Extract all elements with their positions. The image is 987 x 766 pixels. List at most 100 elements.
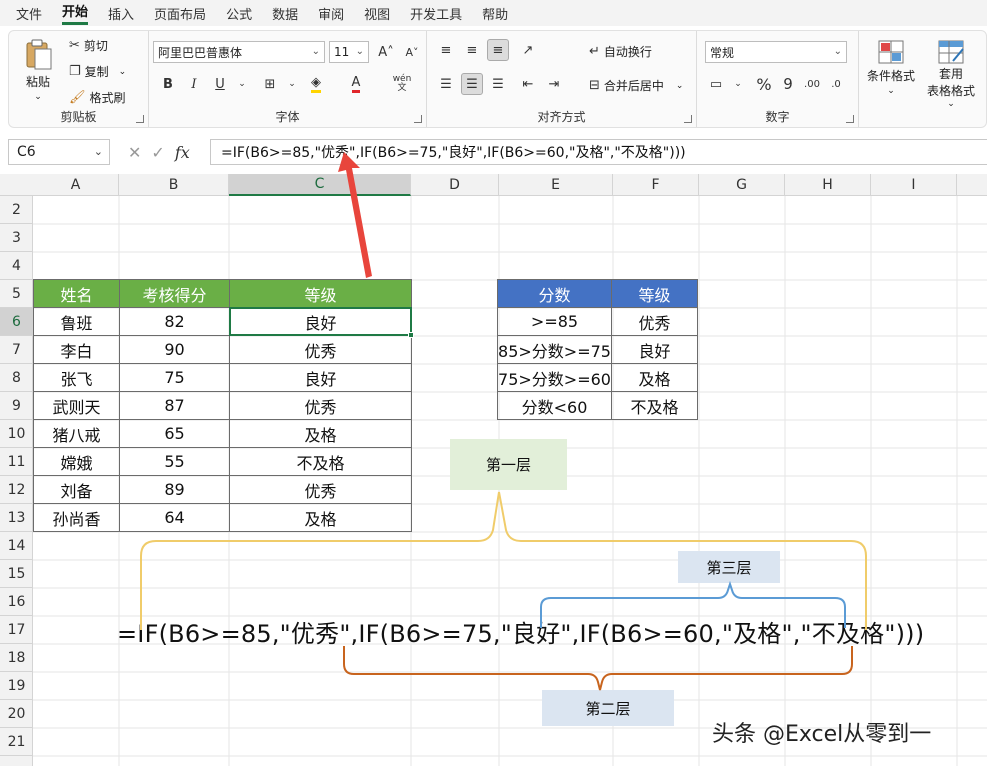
font-name-select[interactable]: 阿里巴巴普惠体 ⌄ [153,41,325,63]
decrease-decimal-button[interactable]: .0 [825,73,847,95]
table-cell[interactable]: 刘备 [33,475,120,504]
bold-button[interactable]: B [157,73,179,95]
wrap-text-button[interactable]: ↵ 自动换行 [589,43,652,60]
menu-item-8[interactable]: 开发工具 [410,4,462,23]
table-cell[interactable]: 75 [119,363,230,392]
comma-style-button[interactable]: 9 [777,73,799,95]
row-header-7[interactable]: 7 [0,336,33,364]
table-cell[interactable]: 89 [119,475,230,504]
align-center-button[interactable]: ☰ [461,73,483,95]
table-cell[interactable]: 不及格 [611,391,698,420]
fill-color-button[interactable]: ◈ [305,73,327,95]
accounting-format-button[interactable]: ▭ [705,73,727,95]
phonetic-button[interactable]: wén 文 [389,71,415,97]
row-header-9[interactable]: 9 [0,392,33,420]
row-header-3[interactable]: 3 [0,224,33,252]
table-cell[interactable]: 及格 [229,503,412,532]
paste-button[interactable]: 粘贴 ⌄ [23,37,53,102]
copy-button[interactable]: ❐ 复制 ⌄ [69,63,126,80]
table-cell[interactable]: 李白 [33,335,120,364]
table-cell[interactable]: 孙尚香 [33,503,120,532]
menu-item-9[interactable]: 帮助 [482,4,508,23]
conditional-format-button[interactable]: 条件格式 ⌄ [867,39,915,96]
table-cell[interactable]: 75>分数>=60 [497,363,612,392]
table-cell[interactable]: 55 [119,447,230,476]
table-cell[interactable]: 64 [119,503,230,532]
menu-item-0[interactable]: 文件 [16,4,42,23]
row-header-19[interactable]: 19 [0,672,33,700]
column-header-h[interactable]: H [785,174,871,196]
row-header-15[interactable]: 15 [0,560,33,588]
column-header-f[interactable]: F [613,174,699,196]
table-cell[interactable]: 不及格 [229,447,412,476]
column-header-a[interactable]: A [33,174,119,196]
table-header-cell[interactable]: 等级 [229,279,412,308]
increase-indent-button[interactable]: ⇥ [543,73,565,95]
row-header-16[interactable]: 16 [0,588,33,616]
menu-item-4[interactable]: 公式 [226,4,252,23]
menu-item-7[interactable]: 视图 [364,4,390,23]
table-header-cell[interactable]: 等级 [611,279,698,308]
column-header-g[interactable]: G [699,174,785,196]
table-cell[interactable]: 优秀 [229,475,412,504]
border-button[interactable]: ⊞ [259,73,281,95]
align-top-button[interactable]: ≡ [435,39,457,61]
italic-button[interactable]: I [183,73,205,95]
font-size-select[interactable]: 11 ⌄ [329,41,369,63]
row-header-18[interactable]: 18 [0,644,33,672]
menu-item-5[interactable]: 数据 [272,4,298,23]
table-cell[interactable]: 优秀 [229,391,412,420]
cut-button[interactable]: ✂ 剪切 [69,37,108,54]
row-header-11[interactable]: 11 [0,448,33,476]
alignment-launcher-icon[interactable] [684,115,692,123]
table-cell[interactable]: >=85 [497,307,612,336]
menu-item-2[interactable]: 插入 [108,4,134,23]
table-cell[interactable]: 87 [119,391,230,420]
font-launcher-icon[interactable] [414,115,422,123]
decrease-indent-button[interactable]: ⇤ [517,73,539,95]
table-cell[interactable]: 85>分数>=75 [497,335,612,364]
column-header-c[interactable]: C [229,174,411,196]
menu-item-6[interactable]: 审阅 [318,4,344,23]
table-cell[interactable]: 良好 [229,307,412,336]
align-right-button[interactable]: ☰ [487,73,509,95]
table-cell[interactable]: 良好 [229,363,412,392]
row-header-8[interactable]: 8 [0,364,33,392]
row-header-10[interactable]: 10 [0,420,33,448]
column-header-b[interactable]: B [119,174,229,196]
align-bottom-button[interactable]: ≡ [487,39,509,61]
column-header-i[interactable]: I [871,174,957,196]
fill-handle[interactable] [408,332,414,338]
row-header-4[interactable]: 4 [0,252,33,280]
table-cell[interactable]: 优秀 [229,335,412,364]
name-box[interactable]: C6 ⌄ [8,139,110,165]
table-cell[interactable]: 65 [119,419,230,448]
insert-function-icon[interactable]: fx [175,143,190,162]
formula-input[interactable]: =IF(B6>=85,"优秀",IF(B6>=75,"良好",IF(B6>=60… [210,139,987,165]
accounting-dropdown[interactable]: ⌄ [727,73,749,95]
underline-dropdown[interactable]: ⌄ [231,73,253,95]
table-cell[interactable]: 鲁班 [33,307,120,336]
column-header-e[interactable]: E [499,174,613,196]
number-launcher-icon[interactable] [846,115,854,123]
format-as-table-button[interactable]: 套用 表格格式 ⌄ [927,39,975,109]
table-cell[interactable]: 及格 [611,363,698,392]
orientation-button[interactable]: ↗ [517,39,539,61]
menu-item-3[interactable]: 页面布局 [154,4,206,23]
row-header-14[interactable]: 14 [0,532,33,560]
decrease-font-button[interactable]: A˅ [401,41,423,63]
table-header-cell[interactable]: 姓名 [33,279,120,308]
table-cell[interactable]: 及格 [229,419,412,448]
table-cell[interactable]: 90 [119,335,230,364]
table-cell[interactable]: 优秀 [611,307,698,336]
clipboard-launcher-icon[interactable] [136,115,144,123]
table-header-cell[interactable]: 分数 [497,279,612,308]
table-cell[interactable]: 武则天 [33,391,120,420]
percent-button[interactable]: % [753,73,775,95]
row-header-6[interactable]: 6 [0,308,33,336]
row-header-21[interactable]: 21 [0,728,33,756]
number-format-select[interactable]: 常规 ⌄ [705,41,847,63]
table-cell[interactable]: 张飞 [33,363,120,392]
font-color-button[interactable]: A [345,73,367,95]
align-middle-button[interactable]: ≡ [461,39,483,61]
